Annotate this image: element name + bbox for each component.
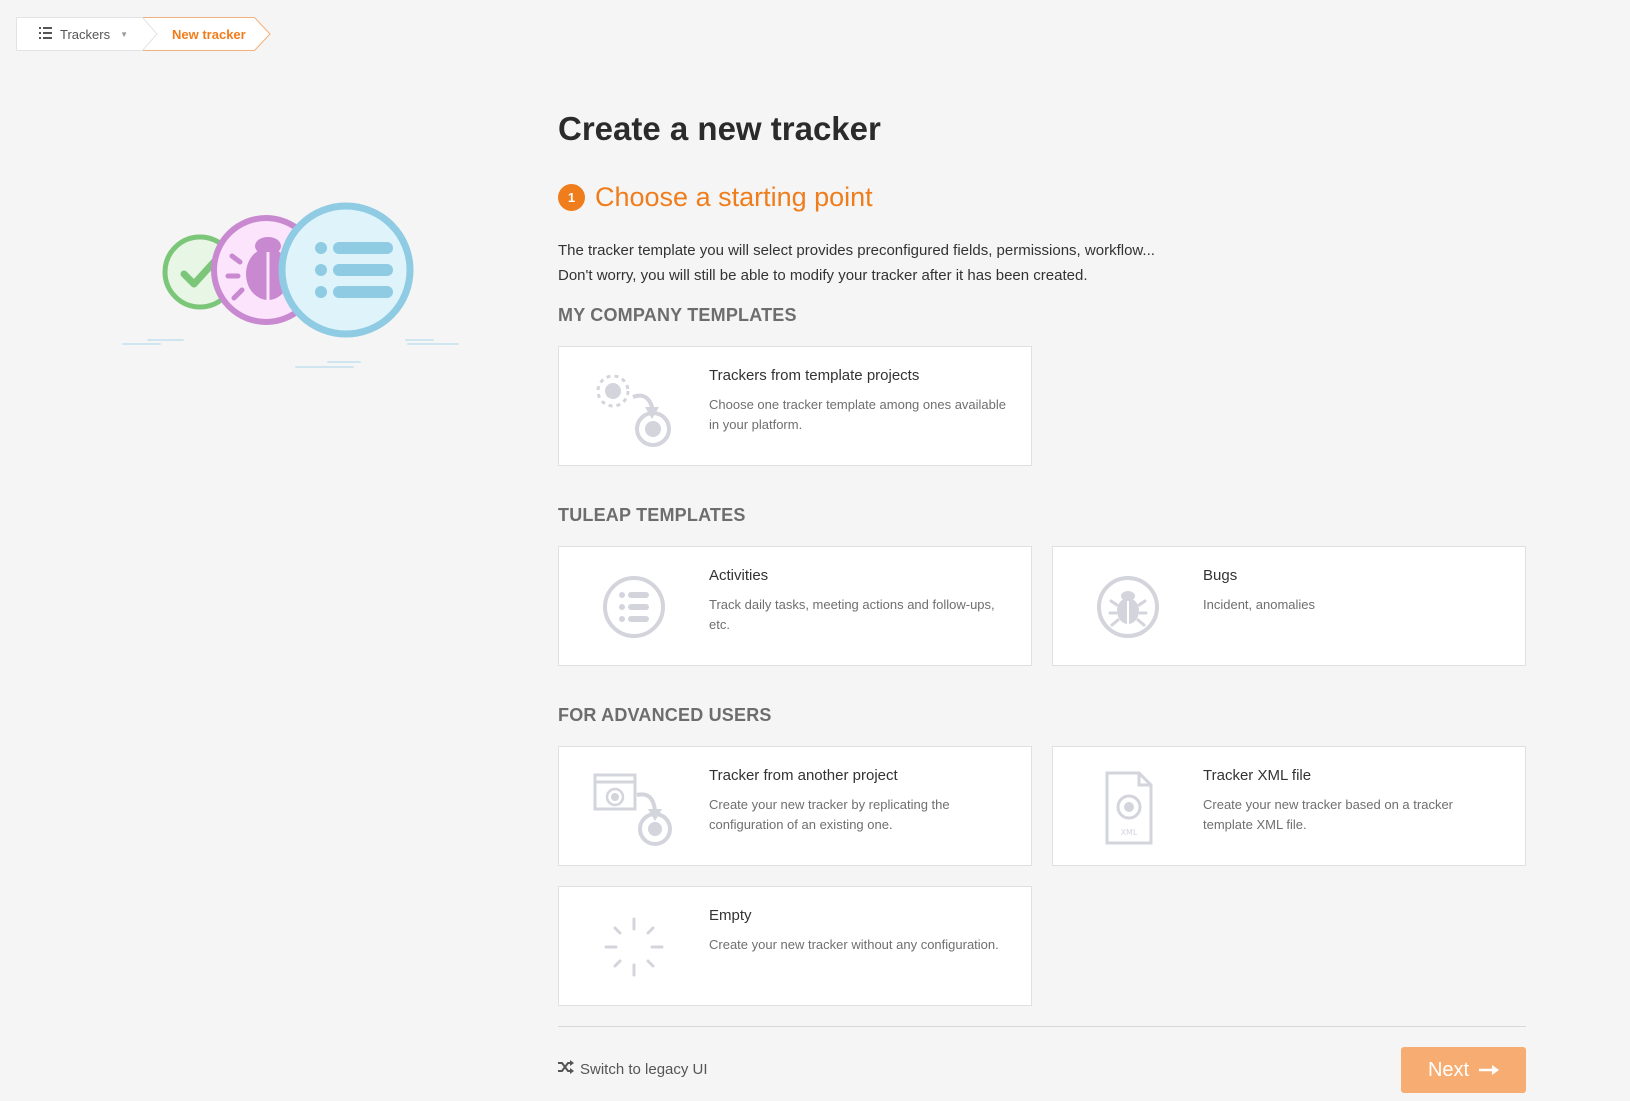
card-title: Tracker XML file [1203,767,1312,784]
page-title: Create a new tracker [558,110,881,147]
card-xml-file[interactable]: XML Tracker XML file Create your new tra… [1052,746,1526,866]
description-line-2: Don't worry, you will still be able to m… [558,267,1088,284]
breadcrumb-current-label: New tracker [172,26,246,42]
tracker-illustration [118,190,488,370]
card-another-project[interactable]: Tracker from another project Create your… [558,746,1032,866]
switch-legacy-ui-label: Switch to legacy UI [580,1060,708,1078]
breadcrumb-trackers[interactable]: Trackers ▼ [16,17,142,51]
bug-icon [1083,567,1173,647]
card-title: Trackers from template projects [709,367,920,384]
card-title: Activities [709,567,769,584]
card-title: Bugs [1203,567,1238,584]
card-description: Create your new tracker without any conf… [709,937,999,952]
shuffle-icon [558,1060,574,1078]
step-header: 1 Choose a starting point [558,182,873,213]
next-button[interactable]: Next [1401,1047,1526,1093]
card-bugs[interactable]: Bugs Incident, anomalies [1052,546,1526,666]
template-projects-icon [589,367,679,447]
card-description: Track daily tasks, meeting actions and f… [709,597,995,632]
card-description: Incident, anomalies [1203,597,1316,612]
list-icon [39,26,52,42]
activities-list-icon [589,567,679,647]
caret-down-icon: ▼ [120,29,128,39]
arrow-right-icon [1479,1059,1500,1082]
list-circle-icon [278,202,414,338]
breadcrumb-separator [142,17,158,51]
section-title-tuleap: TULEAP TEMPLATES [558,505,746,525]
description-line-1: The tracker template you will select pro… [558,242,1155,259]
card-title: Tracker from another project [709,767,898,784]
breadcrumb-tip [253,17,271,51]
card-template-projects[interactable]: Trackers from template projects Choose o… [558,346,1032,466]
step-badge: 1 [558,184,585,211]
card-description: Create your new tracker by replicating t… [709,797,950,832]
another-project-icon [589,767,679,847]
breadcrumb: Trackers ▼ New tracker [16,17,271,51]
breadcrumb-trackers-label: Trackers [60,26,111,42]
description: The tracker template you will select pro… [558,238,1258,288]
xml-file-icon-label: XML [1121,828,1138,837]
section-title-advanced: FOR ADVANCED USERS [558,705,772,725]
switch-legacy-ui-link[interactable]: Switch to legacy UI [558,1060,708,1078]
card-description: Choose one tracker template among ones a… [709,397,1007,432]
next-button-label: Next [1427,1058,1470,1081]
card-empty[interactable]: Empty Create your new tracker without an… [558,886,1032,1006]
section-title-company: MY COMPANY TEMPLATES [558,305,797,325]
card-activities[interactable]: Activities Track daily tasks, meeting ac… [558,546,1032,666]
empty-spinner-icon [589,907,679,987]
step-title: Choose a starting point [595,182,873,212]
card-description: Create your new tracker based on a track… [1203,797,1454,832]
xml-file-icon: XML [1083,767,1173,847]
breadcrumb-new-tracker: New tracker [142,17,271,51]
card-title: Empty [709,907,752,924]
footer-divider [558,1026,1526,1027]
